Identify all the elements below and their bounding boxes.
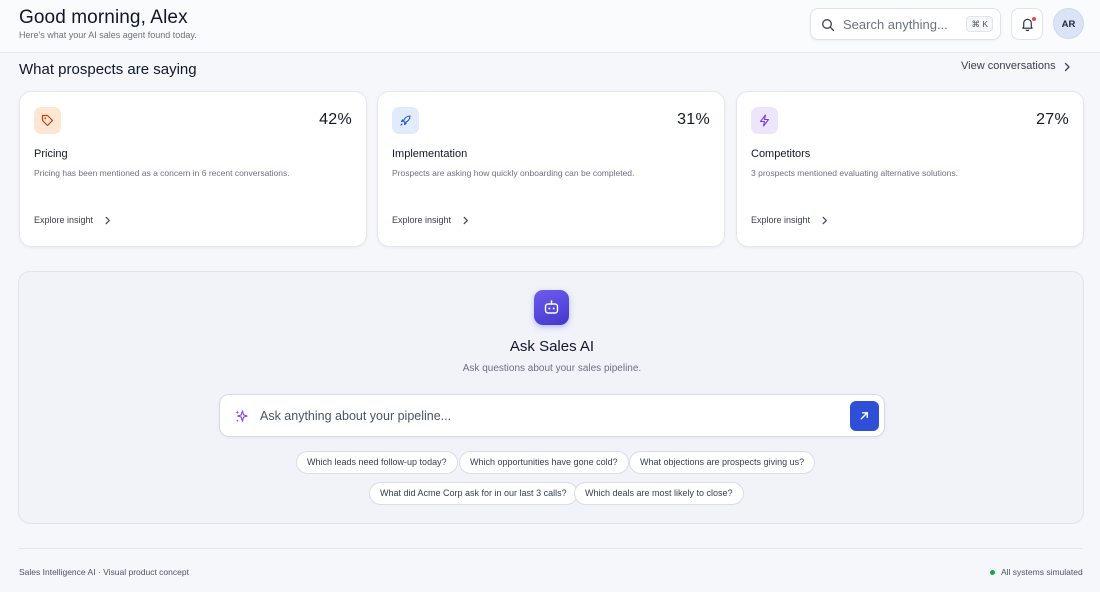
insight-percentage: 42%	[319, 111, 352, 128]
suggestion-chip[interactable]: Which opportunities have gone cold?	[459, 451, 629, 474]
ask-sales-ai-panel: Ask Sales AI Ask questions about your sa…	[18, 271, 1084, 524]
footer-product-label: Sales Intelligence AI · Visual product c…	[19, 567, 189, 577]
global-search[interactable]: Search anything... ⌘ K	[810, 8, 1001, 40]
suggestion-chip[interactable]: Which deals are most likely to close?	[574, 482, 744, 505]
suggestion-chip[interactable]: What did Acme Corp ask for in our last 3…	[369, 482, 578, 505]
ask-subtitle: Ask questions about your sales pipeline.	[462, 363, 642, 374]
footer-divider	[19, 548, 1083, 549]
insight-title: Implementation	[392, 148, 468, 160]
insight-card-implementation[interactable]: 31% Implementation Prospects are asking …	[377, 91, 725, 247]
explore-insight-link[interactable]: Explore insight	[751, 215, 810, 225]
status-dot	[990, 570, 995, 575]
ai-bot-badge	[534, 290, 569, 325]
chevron-right-icon[interactable]	[461, 216, 470, 225]
user-avatar[interactable]: AR	[1053, 8, 1084, 39]
chevron-right-icon[interactable]	[820, 216, 829, 225]
suggestion-chip[interactable]: Which leads need follow-up today?	[296, 451, 458, 474]
explore-insight-link[interactable]: Explore insight	[392, 215, 451, 225]
chevron-right-icon[interactable]	[1062, 62, 1072, 72]
sparkles-icon	[235, 410, 248, 423]
ask-title: Ask Sales AI	[509, 338, 595, 355]
lightning-icon	[759, 114, 770, 127]
view-conversations-link[interactable]: View conversations	[961, 60, 1056, 72]
search-placeholder: Search anything...	[843, 17, 948, 32]
send-button[interactable]	[850, 401, 879, 431]
insight-percentage: 27%	[1036, 111, 1069, 128]
tag-icon	[41, 114, 54, 127]
footer-status-text: All systems simulated	[1001, 567, 1083, 577]
insight-percentage: 31%	[677, 111, 710, 128]
insights-section-title: What prospects are saying	[19, 61, 197, 78]
insight-title: Pricing	[34, 148, 68, 160]
insight-description: Pricing has been mentioned as a concern …	[34, 168, 290, 178]
ask-placeholder: Ask anything about your pipeline...	[260, 409, 452, 423]
insight-icon-box	[392, 107, 419, 134]
ask-input[interactable]: Ask anything about your pipeline...	[219, 394, 885, 437]
greeting-title: Good morning, Alex	[19, 7, 188, 28]
search-shortcut-badge: ⌘ K	[966, 16, 993, 32]
insight-description: 3 prospects mentioned evaluating alterna…	[751, 168, 958, 178]
robot-icon	[544, 300, 559, 314]
insight-card-competitors[interactable]: 27% Competitors 3 prospects mentioned ev…	[736, 91, 1084, 247]
explore-insight-link[interactable]: Explore insight	[34, 215, 93, 225]
greeting-subtitle: Here's what your AI sales agent found to…	[19, 30, 197, 40]
insight-description: Prospects are asking how quickly onboard…	[392, 168, 635, 178]
search-icon	[822, 19, 835, 32]
insight-card-pricing[interactable]: 42% Pricing Pricing has been mentioned a…	[19, 91, 367, 247]
suggestion-chip[interactable]: What objections are prospects giving us?	[629, 451, 816, 474]
notification-dot	[1031, 16, 1037, 22]
insight-title: Competitors	[751, 148, 811, 160]
rocket-icon	[400, 115, 411, 126]
top-header: Good morning, Alex Here's what your AI s…	[0, 0, 1100, 53]
arrow-up-right-icon	[860, 412, 868, 420]
insight-icon-box	[751, 107, 778, 134]
insight-icon-box	[34, 107, 61, 134]
notifications-button[interactable]	[1011, 8, 1043, 40]
chevron-right-icon[interactable]	[103, 216, 112, 225]
